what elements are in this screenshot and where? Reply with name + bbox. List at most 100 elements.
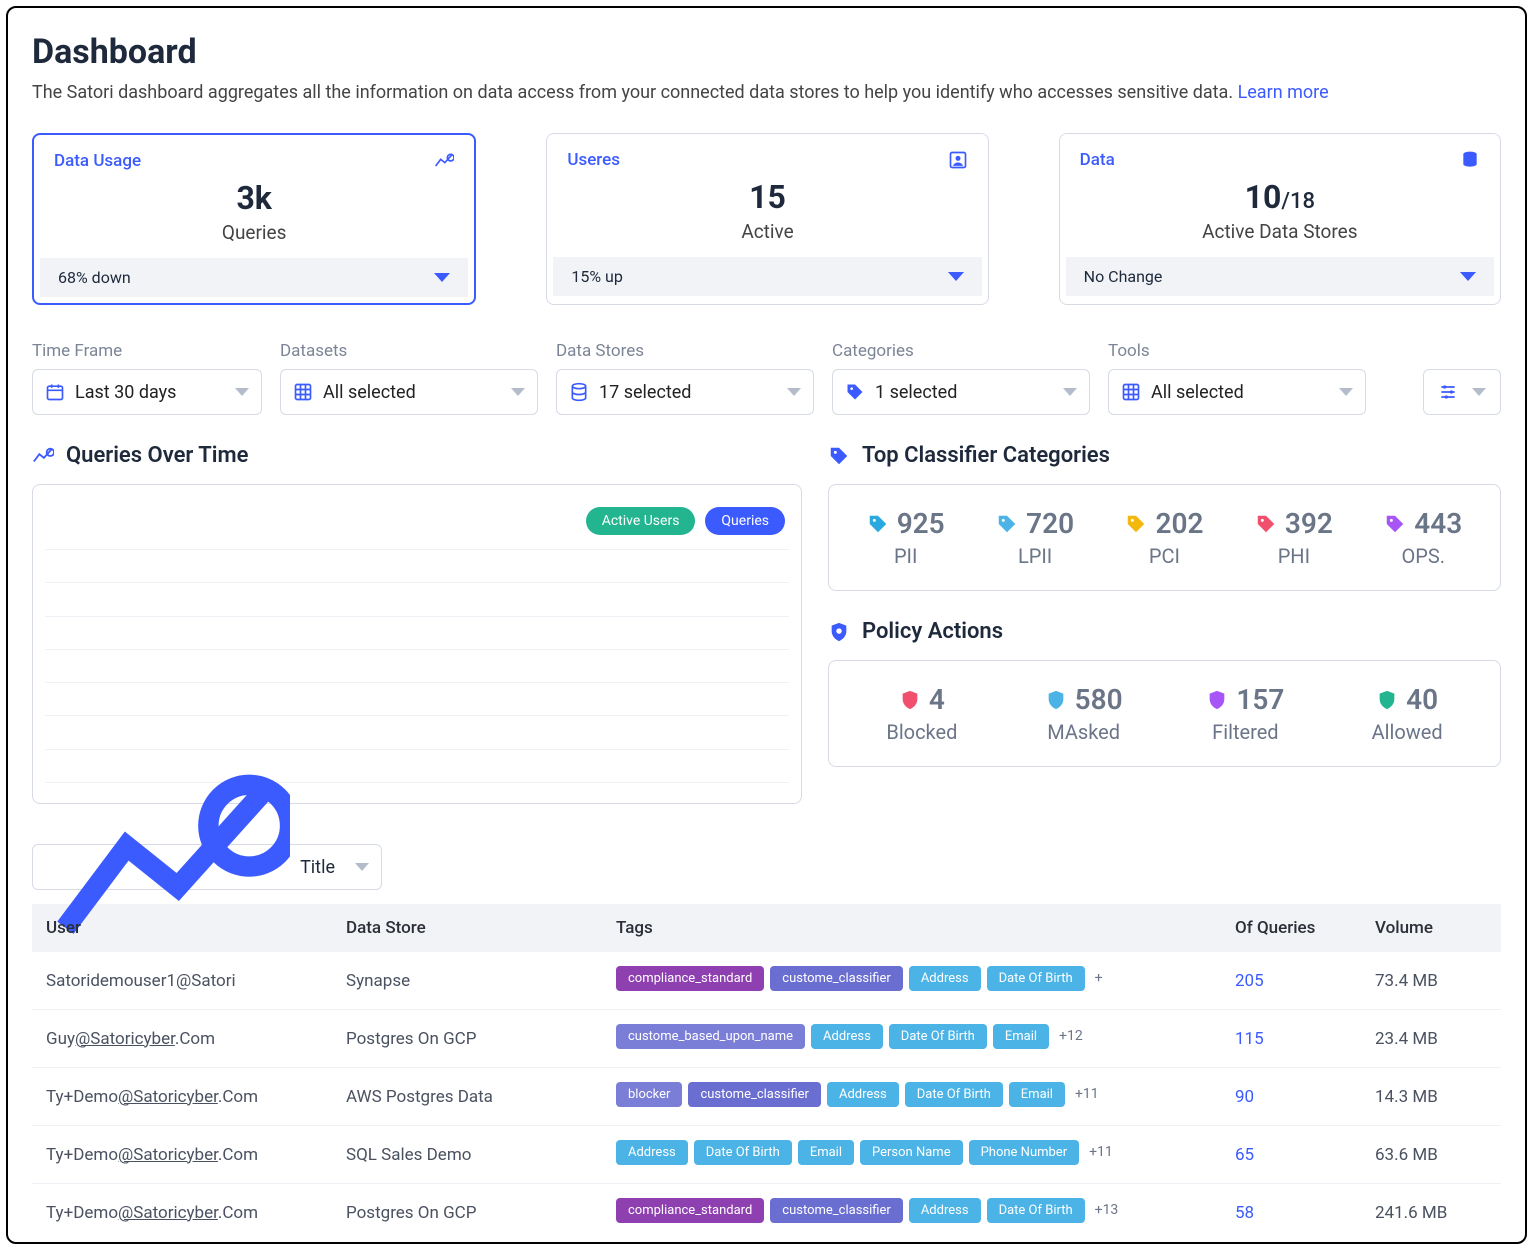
tag-chip[interactable]: Address [909,1198,981,1223]
cell-datastore: SQL Sales Demo [332,1126,602,1184]
learn-more-link[interactable]: Learn more [1238,82,1329,103]
chevron-down-icon [434,273,450,282]
tags-more[interactable]: +11 [1089,1144,1113,1160]
col-datastore[interactable]: Data Store [332,904,602,952]
chevron-down-icon [1472,388,1486,396]
trend-icon [434,151,454,171]
classifier-pci[interactable]: 202PCI [1114,507,1214,568]
tag-chip[interactable]: Date Of Birth [987,1198,1085,1223]
tags-more[interactable]: +12 [1059,1028,1083,1044]
tags-more[interactable]: +11 [1075,1086,1099,1102]
tag-chip[interactable]: Address [811,1024,883,1049]
tag-chip[interactable]: Address [909,966,981,991]
classifier-pii[interactable]: 925PII [856,507,956,568]
classifier-ops[interactable]: 443OPS. [1373,507,1473,568]
cell-datastore: Postgres On GCP [332,1184,602,1242]
grid-icon [1121,382,1141,402]
policy-filtered[interactable]: 157Filtered [1195,683,1295,744]
tag-chip[interactable]: Email [993,1024,1049,1049]
legend-queries[interactable]: Queries [705,507,785,535]
tag-chip[interactable]: compliance_standard [616,1198,764,1223]
tag-chip[interactable]: custome_classifier [770,966,903,991]
tag-chip[interactable]: Person Name [860,1140,963,1165]
tag-icon [828,445,850,467]
kpi-users[interactable]: Useres 15 Active 15% up [546,133,988,305]
chevron-down-icon [948,272,964,281]
col-tags[interactable]: Tags [602,904,1221,952]
col-volume[interactable]: Volume [1361,904,1501,952]
filter-label-time: Time Frame [32,341,262,361]
section-title: Top Classifier Categories [862,443,1110,468]
filter-label-tools: Tools [1108,341,1366,361]
trend-icon [32,445,54,467]
policy-allowed[interactable]: 40Allowed [1357,683,1457,744]
filter-settings-button[interactable] [1423,369,1501,415]
tag-chip[interactable]: blocker [616,1082,682,1107]
tags-more[interactable]: +13 [1095,1202,1119,1218]
chevron-down-icon [1460,272,1476,281]
cell-queries[interactable]: 90 [1221,1068,1361,1126]
filter-categories[interactable]: 1 selected [832,369,1090,415]
tag-chip[interactable]: Date Of Birth [694,1140,792,1165]
tag-chip[interactable]: Date Of Birth [905,1082,1003,1107]
tag-chip[interactable]: Email [1009,1082,1065,1107]
tag-chip[interactable]: custome_based_upon_name [616,1024,805,1049]
tag-chip[interactable]: Email [798,1140,854,1165]
table-row[interactable]: Ty+Demo@Satoricyber.ComSQL Sales Demo Add… [32,1126,1501,1184]
legend-active-users[interactable]: Active Users [586,507,696,535]
page-title: Dashboard [32,32,1501,72]
cell-queries[interactable]: 205 [1221,952,1361,1010]
kpi-value: 10/18 [1060,178,1500,216]
kpi-label: Useres [567,150,620,170]
cell-queries[interactable]: 115 [1221,1010,1361,1068]
cell-tags: compliance_standardcustome_classifierAdd… [602,952,1221,1010]
cell-volume: 241.6 MB [1361,1184,1501,1242]
table-row[interactable]: Ty+Demo@Satoricyber.ComAWS Postgres Data… [32,1068,1501,1126]
table-row[interactable]: Guy@Satoricyber.ComPostgres On GCPcustom… [32,1010,1501,1068]
kpi-sub: Active [547,220,987,243]
kpi-data-usage[interactable]: Data Usage 3k Queries 68% down [32,133,476,305]
cell-user: Guy@Satoricyber.Com [32,1010,332,1068]
database-icon [1460,150,1480,170]
policy-actions-card: 4Blocked 580MAsked 157Filtered 40Allowed [828,660,1501,767]
sliders-icon [1438,382,1458,402]
tag-chip[interactable]: Address [616,1140,688,1165]
classifier-lpii[interactable]: 720LPII [985,507,1085,568]
tag-chip[interactable]: Date Of Birth [889,1024,987,1049]
tag-chip[interactable]: Phone Number [969,1140,1080,1165]
filter-datastores[interactable]: 17 selected [556,369,814,415]
tag-chip[interactable]: compliance_standard [616,966,764,991]
filter-datasets[interactable]: All selected [280,369,538,415]
tag-chip[interactable]: custome_classifier [770,1198,903,1223]
kpi-change-select[interactable]: No Change [1066,257,1494,296]
cell-queries[interactable]: 58 [1221,1184,1361,1242]
kpi-sub: Queries [34,221,474,244]
cell-volume: 63.6 MB [1361,1126,1501,1184]
kpi-data[interactable]: Data 10/18 Active Data Stores No Change [1059,133,1501,305]
filter-time[interactable]: Last 30 days [32,369,262,415]
tag-chip[interactable]: custome_classifier [688,1082,821,1107]
kpi-change-select[interactable]: 15% up [553,257,981,296]
database-icon [569,382,589,402]
cell-tags: blockercustome_classifierAddressDate Of … [602,1068,1221,1126]
classifier-phi[interactable]: 392PHI [1244,507,1344,568]
chevron-down-icon [235,388,249,396]
tag-chip[interactable]: Address [827,1082,899,1107]
tag-chip[interactable]: Date Of Birth [987,966,1085,991]
policy-masked[interactable]: 580MAsked [1034,683,1134,744]
table-title-select[interactable]: Title [32,844,382,890]
cell-user: Ty+Demo@Satoricyber.Com [32,1126,332,1184]
filter-label-datastores: Data Stores [556,341,814,361]
kpi-change-select[interactable]: 68% down [40,258,468,297]
tags-more[interactable]: + [1095,970,1103,986]
section-title: Queries Over Time [66,443,248,468]
filter-label-datasets: Datasets [280,341,538,361]
shield-search-icon [828,621,850,643]
kpi-sub: Active Data Stores [1060,220,1500,243]
cell-queries[interactable]: 65 [1221,1126,1361,1184]
policy-blocked[interactable]: 4Blocked [872,683,972,744]
cell-tags: custome_based_upon_nameAddressDate Of Bi… [602,1010,1221,1068]
table-row[interactable]: Ty+Demo@Satoricyber.ComPostgres On GCPco… [32,1184,1501,1242]
filter-tools[interactable]: All selected [1108,369,1366,415]
col-queries[interactable]: Of Queries [1221,904,1361,952]
